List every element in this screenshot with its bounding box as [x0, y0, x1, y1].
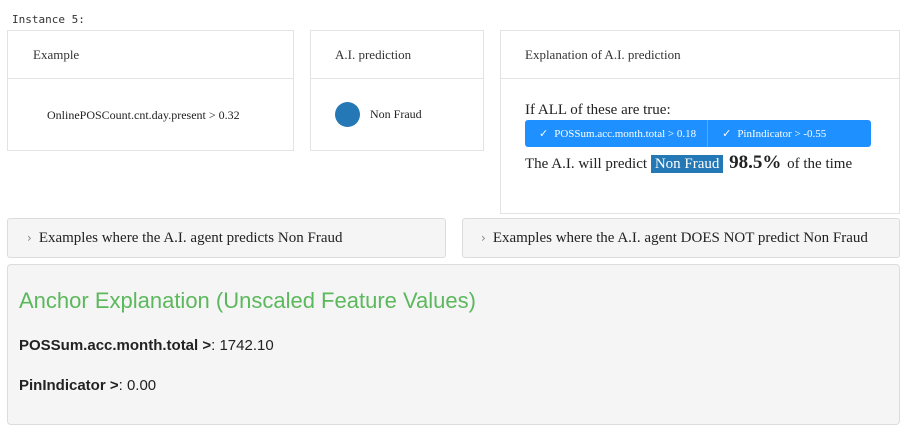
explanation-card-header: Explanation of A.I. prediction	[501, 31, 899, 79]
prediction-card-header: A.I. prediction	[311, 31, 483, 79]
condition-bar: ✓ POSSum.acc.month.total > 0.18 ✓ PinIndic…	[525, 120, 871, 147]
anchor-feature-name: PinIndicator >	[19, 377, 119, 394]
condition-chip: ✓ POSSum.acc.month.total > 0.18	[525, 120, 709, 147]
check-icon: ✓	[722, 127, 732, 140]
anchor-feature-value: : 0.00	[118, 377, 157, 394]
condition-chip: ✓ PinIndicator > -0.55	[708, 120, 837, 147]
check-icon: ✓	[539, 127, 549, 140]
anchor-feature-value: : 1742.10	[211, 337, 274, 354]
accordion-label: Examples where the A.I. agent DOES NOT p…	[492, 230, 868, 246]
condition-text: POSSum.acc.month.total > 0.18	[554, 128, 697, 140]
result-label: Non Fraud	[650, 155, 724, 173]
accordion-does-not-predict[interactable]: › Examples where the A.I. agent DOES NOT …	[462, 218, 900, 258]
result-percentage: 98.5%	[729, 152, 782, 173]
anchor-panel: Anchor Explanation (Unscaled Feature Val…	[7, 264, 900, 425]
anchor-row: POSSum.acc.month.total >: 1742.10	[19, 337, 274, 354]
prediction-label: Non Fraud	[370, 107, 422, 121]
prediction-dot-icon	[335, 102, 360, 127]
anchor-title: Anchor Explanation (Unscaled Feature Val…	[19, 288, 476, 313]
explanation-result: The A.I. will predict Non Fraud 98.5% of…	[525, 152, 852, 174]
prediction-card: A.I. prediction Non Fraud	[310, 30, 484, 151]
example-card-header: Example	[8, 31, 293, 79]
anchor-row: PinIndicator >: 0.00	[19, 377, 156, 394]
condition-text: PinIndicator > -0.55	[737, 128, 827, 140]
anchor-feature-name: POSSum.acc.month.total >	[19, 337, 212, 354]
example-card: Example OnlinePOSCount.cnt.day.present >…	[7, 30, 294, 151]
accordion-predicts[interactable]: › Examples where the A.I. agent predicts …	[7, 218, 446, 258]
explanation-card: Explanation of A.I. prediction If ALL of…	[500, 30, 900, 214]
instance-title: Instance 5:	[12, 13, 85, 26]
explanation-if-text: If ALL of these are true:	[525, 102, 671, 118]
result-prefix: The A.I. will predict	[525, 156, 648, 172]
example-feature: OnlinePOSCount.cnt.day.present > 0.32	[47, 108, 240, 122]
chevron-right-icon: ›	[481, 231, 486, 245]
accordion-label: Examples where the A.I. agent predicts N…	[38, 230, 343, 246]
chevron-right-icon: ›	[27, 231, 32, 245]
result-suffix: of the time	[787, 156, 853, 172]
